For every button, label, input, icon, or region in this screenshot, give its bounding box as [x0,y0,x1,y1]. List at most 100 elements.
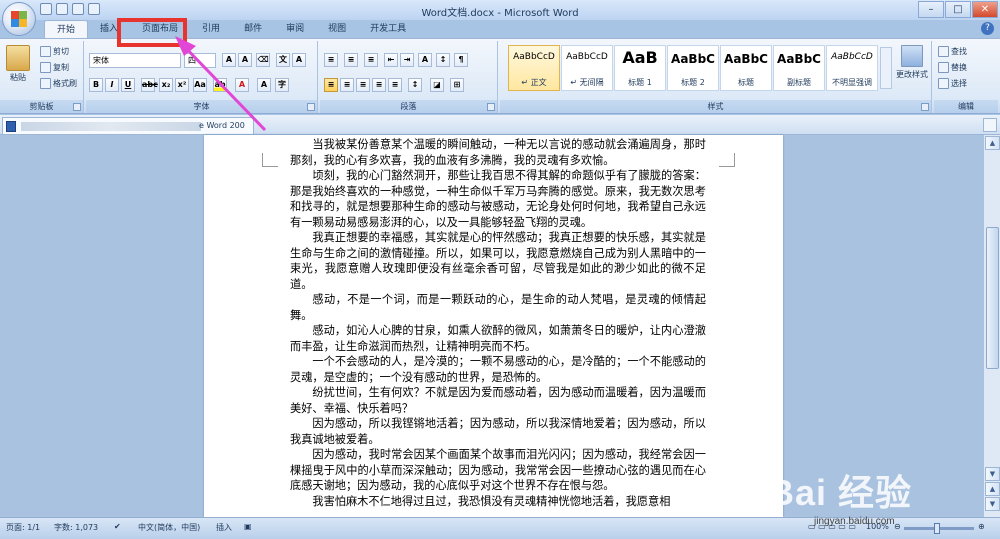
style-no-spacing[interactable]: AaBbCcD ↵ 无间隔 [561,45,613,91]
watermark-url: jingyan.baidu.com [814,516,895,527]
enclose-char-icon[interactable]: 字 [275,78,289,92]
align-justify-full-icon[interactable]: ≡ [372,78,386,92]
clipboard-launcher-icon[interactable] [73,103,81,111]
document-tab[interactable]: e Word 200 [2,117,254,134]
office-button[interactable] [2,2,36,36]
styles-launcher-icon[interactable] [921,103,929,111]
insert-mode[interactable]: 插入 [216,522,232,533]
phonetic-guide-icon[interactable]: 文 [276,53,290,67]
find-button[interactable]: 查找 [938,46,967,57]
subscript-icon[interactable]: x₂ [159,78,173,92]
replace-button[interactable]: 替换 [938,62,967,73]
chinese-layout-icon[interactable]: A [418,53,432,67]
char-shading-icon[interactable]: A [257,78,271,92]
tab-view[interactable]: 视图 [316,20,358,38]
select-button[interactable]: 选择 [938,78,967,89]
bullets-icon[interactable]: ≡ [324,53,338,67]
document-page[interactable]: 当我被某份善意某个温暖的瞬间触动，一种无以言说的感动就会涌遍周身，那时那刻，我的… [204,135,783,517]
document-workspace: 当我被某份善意某个温暖的瞬间触动，一种无以言说的感动就会涌遍周身，那时那刻，我的… [0,135,983,517]
paragraph: 当我被某份善意某个温暖的瞬间触动，一种无以言说的感动就会涌遍周身，那时那刻，我的… [290,138,706,167]
style-heading-1[interactable]: AaB 标题 1 [614,45,666,91]
shrink-font-icon[interactable]: A [238,53,252,67]
macro-icon[interactable]: ▣ [244,522,252,531]
ribbon: 粘贴 剪切 复制 格式刷 剪贴板 宋体 四 A A ⌫ 文 A B I U ab… [0,38,1000,114]
ribbon-tabs: 开始 插入 页面布局 引用 邮件 审阅 视图 开发工具 [44,20,418,38]
change-styles-icon [901,45,923,67]
proofing-icon[interactable]: ✔ [114,522,121,531]
paragraph: 因为感动，所以我铿锵地活着；因为感动，所以我深情地爱着；因为感动，所以我真诚地被… [290,417,706,446]
font-name-select[interactable]: 宋体 [89,53,181,68]
style-subtle-emphasis[interactable]: AaBbCcD 不明显强调 [826,45,878,91]
increase-indent-icon[interactable]: ⇥ [400,53,414,67]
font-color-icon[interactable]: A [235,78,249,92]
style-normal[interactable]: AaBbCcD ↵ 正文 [508,45,560,91]
line-spacing-icon[interactable]: ↕ [408,78,422,92]
sort-icon[interactable]: ↕ [436,53,450,67]
tab-mailings[interactable]: 邮件 [232,20,274,38]
copy-button[interactable]: 复制 [40,62,69,73]
strikethrough-icon[interactable]: abc [141,78,158,92]
borders-icon[interactable]: ⊞ [450,78,464,92]
align-center-icon[interactable]: ≡ [340,78,354,92]
tab-review[interactable]: 审阅 [274,20,316,38]
style-title[interactable]: AaBbC 标题 [720,45,772,91]
paragraph: 我真正想要的幸福感，其实就是心的怦然感动；我真正想要的快乐感，其实就是生命与生命… [290,231,706,291]
scroll-up-icon[interactable]: ▲ [985,136,1000,150]
styles-scroll[interactable] [880,47,892,89]
paragraph-launcher-icon[interactable] [487,103,495,111]
font-launcher-icon[interactable] [307,103,315,111]
bold-icon[interactable]: B [89,78,103,92]
paragraph-group-label: 段落 [320,100,497,113]
clear-format-icon[interactable]: ⌫ [256,53,270,67]
change-styles-button[interactable]: 更改样式 [892,45,932,80]
close-button[interactable]: ✕ [972,1,998,18]
align-justify-icon[interactable]: ≡ [324,78,338,92]
show-marks-icon[interactable]: ¶ [454,53,468,67]
word-count[interactable]: 字数: 1,073 [54,522,98,533]
distributed-icon[interactable]: ≡ [388,78,402,92]
highlight-icon[interactable]: ab [213,78,227,92]
align-right-icon[interactable]: ≡ [356,78,370,92]
watermark-brand: Bai 经验 [768,472,913,513]
document-tab-label: e Word 200 [199,121,245,130]
scroll-thumb[interactable] [986,227,999,369]
maximize-button[interactable]: □ [945,1,971,18]
style-subtitle[interactable]: AaBbC 副标题 [773,45,825,91]
grow-font-icon[interactable]: A [222,53,236,67]
font-size-select[interactable]: 四 [184,53,216,68]
editing-group: 查找 替换 选择 编辑 [934,41,998,113]
clipboard-group: 粘贴 剪切 复制 格式刷 剪贴板 [0,41,84,113]
page-count[interactable]: 页面: 1/1 [6,522,40,533]
shading-icon[interactable]: ◪ [430,78,444,92]
underline-icon[interactable]: U [121,78,135,92]
editing-group-label: 编辑 [934,100,998,113]
format-painter-button[interactable]: 格式刷 [40,78,77,89]
paragraph: 纷扰世间，生有何欢？不就是因为爱而感动着，因为感动而温暖着，因为温暖而美好、幸福… [290,386,706,415]
paragraph-group: ≡ ≡ ≡ ⇤ ⇥ A ↕ ¶ ≡ ≡ ≡ ≡ ≡ ↕ ◪ ⊞ 段落 [320,41,498,113]
font-group-label: 字体 [86,100,317,113]
paste-icon [6,45,30,71]
superscript-icon[interactable]: x² [175,78,189,92]
help-icon[interactable]: ? [981,22,994,35]
char-border-icon[interactable]: A [292,53,306,67]
language-indicator[interactable]: 中文(简体，中国) [138,522,200,533]
decrease-indent-icon[interactable]: ⇤ [384,53,398,67]
tab-home[interactable]: 开始 [44,20,89,38]
italic-icon[interactable]: I [105,78,119,92]
change-case-icon[interactable]: Aa [193,78,207,92]
minimize-button[interactable]: – [918,1,944,18]
multilevel-list-icon[interactable]: ≡ [364,53,378,67]
document-body[interactable]: 当我被某份善意某个温暖的瞬间触动，一种无以言说的感动就会涌遍周身，那时那刻，我的… [290,137,706,509]
numbering-icon[interactable]: ≡ [344,53,358,67]
replace-icon [938,62,949,73]
tab-developer[interactable]: 开发工具 [358,20,418,38]
binoculars-icon [938,46,949,57]
tab-references[interactable]: 引用 [190,20,232,38]
vertical-scrollbar[interactable]: ▲ ▼ ▲ ▼ [983,135,1000,517]
cut-button[interactable]: 剪切 [40,46,69,57]
view-ruler-icon[interactable] [983,118,997,132]
font-group: 宋体 四 A A ⌫ 文 A B I U abc x₂ x² Aa ab A A… [86,41,318,113]
paragraph: 因为感动，我时常会因某个画面某个故事而泪光闪闪；因为感动，我经常会因一棵摇曳于风… [290,448,706,492]
paste-button[interactable]: 粘贴 [6,45,30,83]
style-heading-2[interactable]: AaBbC 标题 2 [667,45,719,91]
